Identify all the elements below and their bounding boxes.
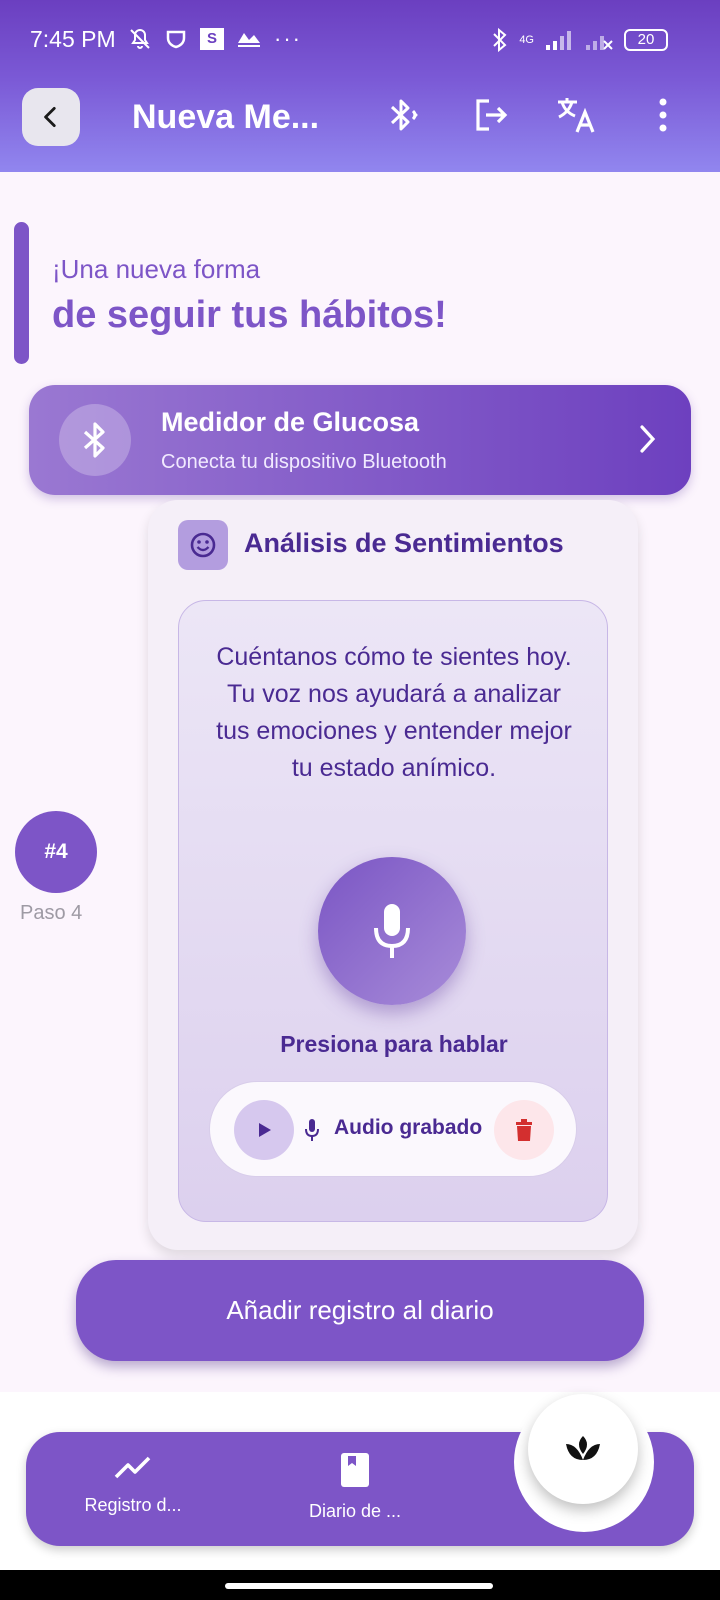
more-vert-icon — [659, 98, 667, 132]
shield-app-icon — [166, 30, 186, 49]
status-icons-right: 4G 20 — [491, 27, 668, 53]
page-title: Nueva Me... — [132, 98, 320, 136]
battery-indicator: 20 — [624, 29, 668, 51]
network-type: 4G — [519, 34, 534, 46]
audio-recorded-label: Audio grabado — [334, 1116, 483, 1139]
hero-title: de seguir tus hábitos! — [52, 294, 447, 336]
device-card-title: Medidor de Glucosa — [161, 407, 420, 437]
nav-item-label: Registro d... — [84, 1495, 182, 1515]
bell-off-icon — [130, 28, 150, 49]
trash-icon — [516, 1119, 532, 1141]
status-bar: 7:45 PM S ··· 4G 20 — [0, 0, 720, 80]
hero-section: ¡Una nueva forma de seguir tus hábitos! — [14, 222, 674, 364]
mic-label: Presiona para hablar — [280, 1031, 508, 1057]
device-card-subtitle: Conecta tu dispositivo Bluetooth — [161, 451, 447, 473]
bluetooth-icon — [83, 422, 105, 458]
nav-item-label: Diario de ... — [308, 1501, 402, 1521]
bluetooth-status-icon — [493, 27, 507, 53]
status-more: ··· — [274, 26, 302, 51]
home-gesture-bar[interactable] — [225, 1583, 493, 1589]
signal-off-icon — [586, 36, 613, 50]
microphone-icon — [374, 904, 410, 958]
logout-button[interactable] — [468, 92, 514, 138]
more-options-button[interactable] — [640, 92, 686, 138]
status-time: 7:45 PM — [30, 26, 116, 52]
smiley-icon-box — [178, 520, 228, 570]
bluetooth-audio-icon — [390, 99, 418, 131]
device-icon-circle — [59, 404, 131, 476]
translate-icon — [558, 98, 595, 133]
logout-icon — [476, 99, 508, 131]
sentiment-analysis-card: Análisis de Sentimientos Cuéntanos cómo … — [148, 500, 638, 1250]
back-button[interactable] — [22, 88, 80, 146]
record-mic-button[interactable] — [318, 857, 466, 1005]
play-icon — [259, 1123, 271, 1137]
back-icon — [44, 106, 56, 128]
nav-item-diario[interactable]: Diario de ... — [270, 1452, 440, 1522]
lotus-icon — [566, 1436, 600, 1460]
bluetooth-audio-button[interactable] — [381, 92, 427, 138]
status-icons-left: S ··· — [128, 26, 302, 52]
step-badge: #4 — [15, 811, 97, 893]
hero-accent-bar — [14, 222, 29, 364]
smiley-icon — [190, 532, 216, 558]
trending-up-icon — [114, 1456, 151, 1479]
recorded-audio-player: Audio grabado — [209, 1081, 577, 1177]
delete-audio-button[interactable] — [494, 1100, 554, 1160]
play-button[interactable] — [234, 1100, 294, 1160]
add-journal-entry-button[interactable]: Añadir registro al diario — [76, 1260, 644, 1361]
book-icon — [341, 1453, 369, 1487]
s-app-icon: S — [200, 28, 224, 50]
signal-icon — [546, 31, 571, 50]
chevron-right-icon — [640, 425, 656, 453]
center-fab-button[interactable] — [528, 1394, 638, 1504]
app-logo-icon — [238, 33, 260, 47]
step-label: Paso 4 — [20, 902, 83, 924]
glucose-meter-card[interactable]: Medidor de Glucosa Conecta tu dispositiv… — [29, 385, 691, 495]
voice-prompt-text: Cuéntanos cómo te sientes hoy. Tu voz no… — [216, 643, 572, 782]
translate-button[interactable] — [553, 92, 599, 138]
small-mic-icon — [305, 1119, 319, 1141]
sentiment-title: Análisis de Sentimientos — [244, 528, 564, 558]
voice-panel: Cuéntanos cómo te sientes hoy. Tu voz no… — [178, 600, 608, 1222]
app-bar — [0, 80, 720, 172]
hero-subtitle: ¡Una nueva forma — [52, 254, 261, 284]
nav-item-registro[interactable]: Registro d... — [48, 1452, 218, 1516]
